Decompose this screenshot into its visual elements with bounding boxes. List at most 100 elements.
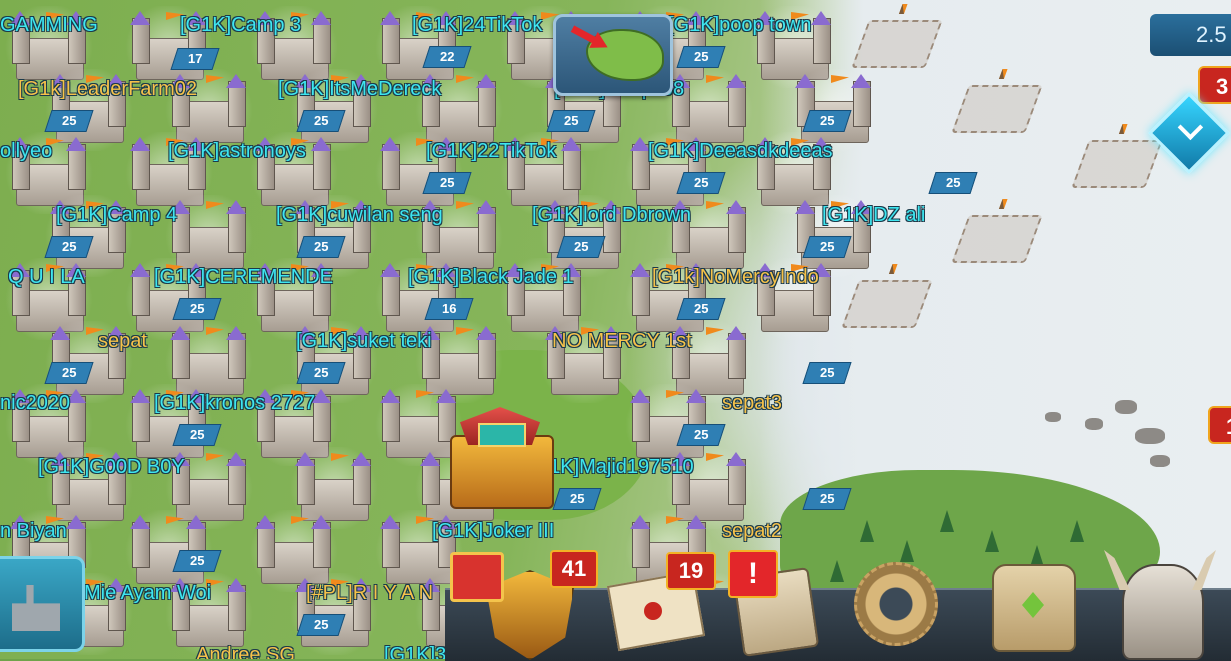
castle-tower — [130, 11, 150, 64]
player-name-label[interactable]: [G1K]Camp 3 — [180, 14, 301, 37]
castle-tower — [311, 389, 331, 442]
turf-castle-button[interactable] — [0, 556, 85, 652]
tree — [940, 510, 954, 532]
tree — [985, 530, 999, 552]
castle-level-badge: 25 — [44, 236, 94, 258]
castle-level-badge: 25 — [422, 172, 472, 194]
helmet-horn-icon — [1104, 550, 1130, 590]
quest-button[interactable]: ! — [726, 548, 826, 657]
player-name-label[interactable]: [G1K]DZ ali — [822, 204, 925, 227]
player-name-label[interactable]: [G1K]Camp 4 — [56, 204, 177, 227]
castle-tower — [811, 11, 831, 64]
castle-tower — [66, 137, 86, 190]
player-name-label[interactable]: sepat2 — [722, 520, 782, 543]
castle-tower — [380, 389, 400, 442]
tree — [1070, 520, 1084, 542]
castle-level-badge: 25 — [802, 488, 852, 510]
castle-level-badge: 25 — [802, 362, 852, 384]
player-name-label[interactable]: [G1K]Joker III — [432, 520, 554, 543]
castle-tower — [170, 326, 190, 379]
hero-button[interactable] — [1104, 544, 1216, 660]
player-name-label[interactable]: [#PL]R I Y A N — [306, 582, 433, 605]
castle-tower — [66, 389, 86, 442]
items-button[interactable] — [986, 562, 1082, 654]
castle-level-badge: 25 — [296, 236, 346, 258]
player-name-label[interactable]: sepat3 — [722, 392, 782, 415]
side-alert-count: 3 — [1216, 74, 1229, 99]
player-name-label[interactable]: Mie Ayam Woi — [84, 582, 211, 605]
castle-tower — [851, 74, 871, 127]
gift-button[interactable]: 41 — [446, 548, 598, 660]
helmet-horn-icon — [1192, 550, 1216, 590]
settings-button[interactable] — [850, 558, 942, 650]
player-name-label[interactable]: [G1K]Deeasdkdeeas — [648, 140, 833, 163]
side-alert-badge[interactable]: 3 — [1198, 66, 1231, 104]
mail-count-badge: 19 — [666, 552, 716, 590]
castle-tower — [726, 200, 746, 253]
castle-tower — [476, 200, 496, 253]
hero-helmet-icon — [1122, 564, 1204, 660]
player-name-label[interactable]: [G1K]astronoys — [168, 140, 306, 163]
player-name-label[interactable]: n Biyan — [0, 520, 67, 543]
minimap-button[interactable] — [553, 14, 673, 96]
player-name-label[interactable]: [G1K]ItsMeDereck — [278, 78, 441, 101]
player-name-label[interactable]: [G1K]lord Dbrown — [532, 204, 691, 227]
castle-level-badge: 25 — [676, 424, 726, 446]
tree — [830, 560, 844, 582]
castle-level-badge: 25 — [44, 362, 94, 384]
rock — [1045, 412, 1061, 422]
gift-icon — [450, 552, 504, 602]
player-name-label[interactable]: [G1K]G00D B0Y — [38, 456, 185, 479]
quest-alert-badge: ! — [728, 550, 778, 598]
player-name-label[interactable]: [G1K]cuwilan seng — [276, 204, 443, 227]
player-name-label[interactable]: ollyeo — [0, 140, 52, 163]
side-alert-badge[interactable]: 1 — [1208, 406, 1231, 444]
player-name-label[interactable]: nic2020 — [0, 392, 70, 415]
player-name-label[interactable]: [G1K]kronos 2727 — [154, 392, 315, 415]
settings-gear-icon — [854, 562, 938, 646]
castle-tower — [226, 200, 246, 253]
castle-tower — [130, 137, 150, 190]
gift-count-badge: 41 — [550, 550, 598, 588]
castle-level-badge: 25 — [296, 362, 346, 384]
rock — [1135, 428, 1165, 444]
mail-button[interactable]: 19 — [606, 548, 716, 652]
castle-level-badge: 25 — [676, 172, 726, 194]
castle-tower — [311, 137, 331, 190]
player-name-label[interactable]: NO MERCY 1st — [552, 330, 692, 353]
player-name-label[interactable]: [G1k]LeaderFarm02 — [18, 78, 197, 101]
top-right-counter[interactable]: 2.5 — [1150, 14, 1231, 56]
castle-tower — [380, 11, 400, 64]
mail-seal-icon — [644, 602, 662, 620]
player-name-label[interactable]: sepat — [98, 330, 147, 353]
castle-level-badge: 25 — [676, 46, 726, 68]
player-name-label[interactable]: Q U I LA — [8, 266, 85, 289]
player-name-label[interactable]: [G1k]NoMercyIndo — [652, 266, 819, 289]
player-name-label[interactable]: Andree SG — [196, 644, 295, 659]
castle-level-badge: 25 — [296, 614, 346, 636]
castle-tower — [226, 578, 246, 631]
castle-tower — [311, 11, 331, 64]
player-name-label[interactable]: [G1K]CEREMENDE — [154, 266, 333, 289]
player-name-label[interactable]: [G1K]24TikTok — [412, 14, 542, 37]
castle-tower — [255, 515, 275, 568]
castle-tower — [130, 389, 150, 442]
castle-level-badge: 25 — [802, 236, 852, 258]
player-name-label[interactable]: [G1K]poop town — [668, 14, 811, 37]
castle-level-badge: 25 — [172, 298, 222, 320]
castle-tower — [420, 452, 440, 505]
castle-level-badge: 25 — [44, 110, 94, 132]
player-name-label[interactable]: [G1K]22TikTok — [426, 140, 556, 163]
castle-tower — [726, 326, 746, 379]
castle-icon — [12, 585, 60, 631]
player-name-label[interactable]: GAMMING — [0, 14, 98, 37]
player-name-label[interactable]: [G1K]suket teki — [296, 330, 432, 353]
castle-tower — [226, 452, 246, 505]
side-alert-count: 1 — [1226, 414, 1231, 439]
castle-tower — [130, 263, 150, 316]
castle-tower — [561, 137, 581, 190]
castle-tower — [380, 515, 400, 568]
player-palace[interactable] — [440, 395, 560, 515]
palace-crest — [478, 423, 526, 447]
player-name-label[interactable]: [G1K]Black Jade 1 — [408, 266, 574, 289]
